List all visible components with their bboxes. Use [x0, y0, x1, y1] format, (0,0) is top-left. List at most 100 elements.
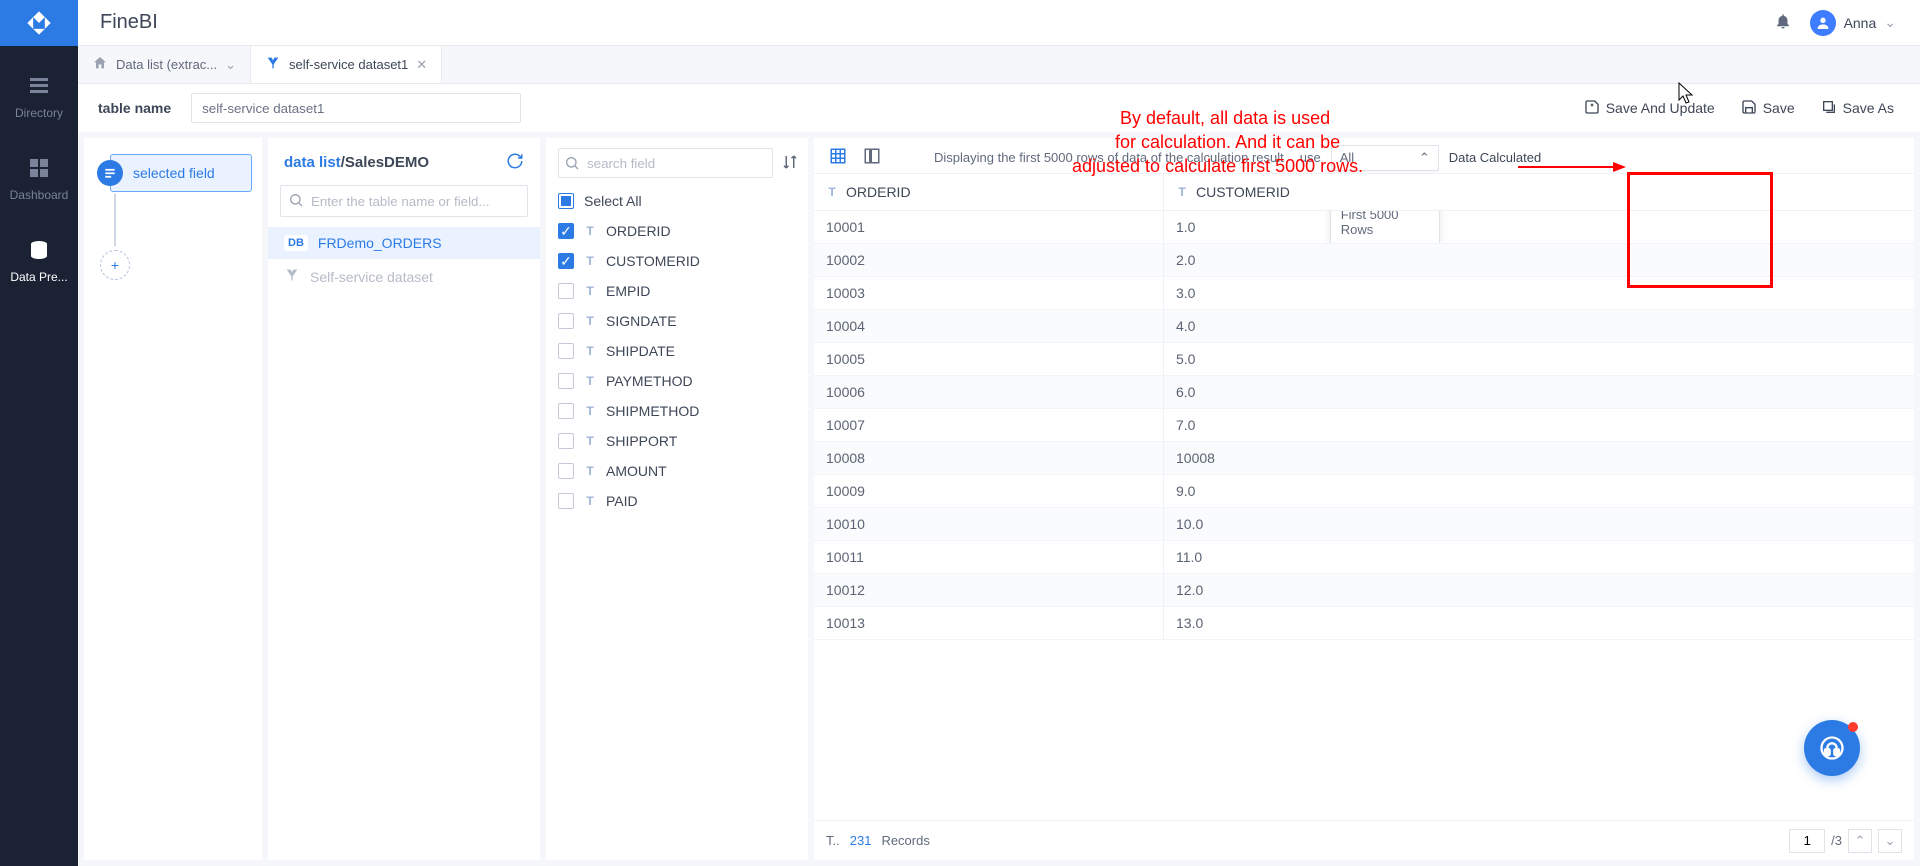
workspace: selected field + data list/SalesDEMO — [78, 132, 1920, 866]
brand-name: FineBI — [100, 11, 1774, 34]
help-bubble[interactable] — [1804, 720, 1860, 776]
table-row[interactable]: 100022.0 — [814, 244, 1914, 277]
list-view-icon[interactable] — [860, 144, 884, 171]
table-row[interactable]: 100033.0 — [814, 277, 1914, 310]
source-item-frdemo[interactable]: DB FRDemo_ORDERS — [268, 227, 540, 259]
page-input[interactable] — [1789, 829, 1825, 853]
table-view-icon[interactable] — [826, 144, 850, 171]
select-all-row[interactable]: Select All — [546, 186, 808, 216]
page-prev-button[interactable]: ⌃ — [1848, 829, 1872, 853]
field-row[interactable]: TSHIPDATE — [546, 336, 808, 366]
notifications-icon[interactable] — [1774, 12, 1792, 33]
page-next-button[interactable]: ⌄ — [1878, 829, 1902, 853]
action-row: table name Save And Update Save Save As — [78, 84, 1920, 132]
save-as-button[interactable]: Save As — [1815, 99, 1900, 118]
checkbox-icon[interactable] — [558, 343, 574, 359]
table-row[interactable]: 100055.0 — [814, 343, 1914, 376]
source-item-selfservice[interactable]: Self-service dataset — [268, 259, 540, 294]
col-customerid[interactable]: T CUSTOMERID — [1164, 174, 1914, 210]
checkbox-partial-icon[interactable] — [558, 193, 574, 209]
save-button[interactable]: Save — [1735, 99, 1801, 118]
tab-dataset[interactable]: self-service dataset1 ✕ — [251, 46, 442, 83]
text-type-icon: T — [584, 374, 596, 388]
col-orderid[interactable]: T ORDERID — [814, 174, 1164, 210]
table-row[interactable]: 100099.0 — [814, 475, 1914, 508]
use-label: use — [1300, 150, 1321, 165]
nav-data-preparation[interactable]: Data Pre... — [10, 238, 67, 284]
save-as-icon — [1821, 99, 1837, 118]
text-type-icon: T — [584, 284, 596, 298]
field-row[interactable]: TEMPID — [546, 276, 808, 306]
table-row[interactable]: 1001111.0 — [814, 541, 1914, 574]
chevron-down-icon: ⌄ — [1884, 14, 1896, 31]
app-logo[interactable] — [0, 0, 78, 46]
close-icon[interactable]: ✕ — [416, 57, 427, 73]
checkbox-icon[interactable] — [558, 373, 574, 389]
preview-toolbar: Displaying the first 5000 rows of data o… — [814, 138, 1914, 173]
search-icon — [288, 192, 304, 211]
source-search-input[interactable] — [280, 185, 528, 217]
table-row[interactable]: 100066.0 — [814, 376, 1914, 409]
field-row[interactable]: ✓TCUSTOMERID — [546, 246, 808, 276]
fields-search-input[interactable] — [558, 148, 773, 178]
table-row[interactable]: 1001010.0 — [814, 508, 1914, 541]
checkbox-icon[interactable] — [558, 403, 574, 419]
step-selected-field[interactable]: selected field — [110, 154, 252, 192]
table-row[interactable]: 1001313.0 — [814, 607, 1914, 640]
field-row[interactable]: TSHIPPORT — [546, 426, 808, 456]
checkbox-icon[interactable]: ✓ — [558, 253, 574, 269]
table-row[interactable]: 100044.0 — [814, 310, 1914, 343]
text-type-icon: T — [584, 434, 596, 448]
text-type-icon: T — [584, 224, 596, 238]
add-step-button[interactable]: + — [100, 250, 130, 280]
table-row[interactable]: 100077.0 — [814, 409, 1914, 442]
field-row[interactable]: ✓TORDERID — [546, 216, 808, 246]
nav-directory[interactable]: Directory — [15, 74, 63, 120]
user-menu[interactable]: Anna ⌄ — [1810, 10, 1896, 36]
chevron-up-icon: ⌃ — [1419, 150, 1430, 166]
data-table: T ORDERID T CUSTOMERID 100011.0100022.01… — [814, 173, 1914, 820]
field-row[interactable]: TSHIPMETHOD — [546, 396, 808, 426]
field-row[interactable]: TAMOUNT — [546, 456, 808, 486]
user-avatar-icon — [1810, 10, 1836, 36]
nav-dashboard[interactable]: Dashboard — [10, 156, 69, 202]
calc-tail: Data Calculated — [1449, 150, 1542, 165]
checkbox-icon[interactable] — [558, 493, 574, 509]
source-title: data list/SalesDEMO — [284, 154, 429, 171]
table-row[interactable]: 1000810008 — [814, 442, 1914, 475]
pager: /3 ⌃ ⌄ — [1789, 829, 1902, 853]
preview-footer: T.. 231 Records /3 ⌃ ⌄ — [814, 820, 1914, 860]
checkbox-icon[interactable] — [558, 313, 574, 329]
field-row[interactable]: TSIGNDATE — [546, 306, 808, 336]
sort-icon[interactable] — [781, 153, 799, 174]
field-row[interactable]: TPAYMETHOD — [546, 366, 808, 396]
refresh-icon[interactable] — [506, 152, 524, 173]
text-type-icon: T — [584, 494, 596, 508]
checkbox-icon[interactable] — [558, 433, 574, 449]
checkbox-icon[interactable] — [558, 283, 574, 299]
text-type-icon: T — [584, 344, 596, 358]
step-selected-icon — [97, 160, 123, 186]
table-name-input[interactable] — [191, 93, 521, 123]
checkbox-icon[interactable] — [558, 463, 574, 479]
source-search — [280, 185, 528, 217]
main-area: Data list (extrac... ⌄ self-service data… — [78, 46, 1920, 866]
table-row[interactable]: 1001212.0 — [814, 574, 1914, 607]
preview-info: Displaying the first 5000 rows of data o… — [934, 150, 1284, 165]
checkbox-icon[interactable]: ✓ — [558, 223, 574, 239]
fields-panel: Select All ✓TORDERID✓TCUSTOMERIDTEMPIDTS… — [546, 138, 808, 860]
text-type-icon: T — [584, 464, 596, 478]
table-header: T ORDERID T CUSTOMERID — [814, 174, 1914, 211]
steps-panel: selected field + — [84, 138, 262, 860]
chevron-down-icon[interactable]: ⌄ — [225, 57, 236, 73]
field-row[interactable]: TPAID — [546, 486, 808, 516]
text-type-icon: T — [826, 185, 838, 199]
text-type-icon: T — [584, 314, 596, 328]
tab-data-list[interactable]: Data list (extrac... ⌄ — [78, 46, 251, 83]
calculation-dropdown[interactable]: All ⌃ All First 5000 Rows — [1331, 145, 1439, 171]
save-update-button[interactable]: Save And Update — [1578, 99, 1721, 118]
table-row[interactable]: 100011.0 — [814, 211, 1914, 244]
text-type-icon: T — [584, 404, 596, 418]
save-update-icon — [1584, 99, 1600, 118]
preview-panel: Displaying the first 5000 rows of data o… — [814, 138, 1914, 860]
